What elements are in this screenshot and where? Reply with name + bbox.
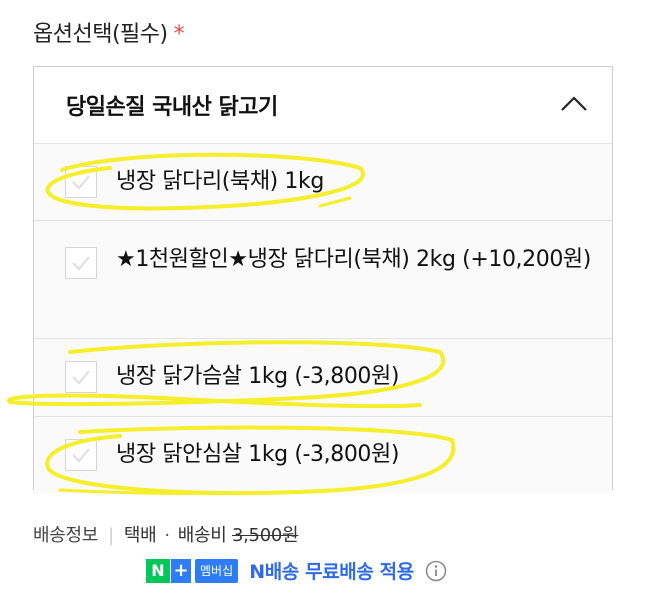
required-mark: * (173, 22, 185, 47)
option-label: 냉장 닭다리(북채) 1kg (116, 169, 324, 194)
check-icon (72, 256, 90, 271)
product-name: 당일손질 국내산 닭고기 (66, 95, 278, 120)
option-label: ★1천원할인★냉장 닭다리(북채) 2kg (+10,200원) (116, 247, 591, 272)
option-item[interactable]: 냉장 닭안심살 1kg (-3,800원) (34, 417, 612, 493)
info-circle-icon[interactable] (425, 560, 447, 582)
option-label: 냉장 닭안심살 1kg (-3,800원) (116, 442, 400, 467)
option-item[interactable]: 냉장 닭가슴살 1kg (-3,800원) (34, 339, 612, 417)
option-select-title: 옵션선택(필수) * (33, 16, 185, 48)
option-label: 냉장 닭가슴살 1kg (-3,800원) (116, 364, 400, 389)
separator-dot: · (164, 525, 170, 546)
option-item[interactable]: 냉장 닭다리(북채) 1kg (34, 144, 612, 221)
membership-benefit: N + 멤버십 N배송 무료배송 적용 (146, 557, 447, 583)
naver-n-logo: N (146, 558, 170, 583)
divider: | (108, 525, 114, 546)
check-icon (72, 175, 90, 190)
plus-badge: + (171, 558, 191, 583)
check-icon (72, 448, 90, 463)
option-checkbox[interactable] (65, 247, 97, 279)
shipping-fee-label: 배송비 (177, 525, 227, 546)
shipping-label: 배송정보 (33, 525, 99, 546)
chevron-up-icon[interactable] (558, 91, 590, 115)
membership-badge: 멤버십 (195, 558, 239, 583)
option-checkbox[interactable] (65, 361, 97, 393)
option-checkbox[interactable] (65, 166, 97, 198)
option-item[interactable]: ★1천원할인★냉장 닭다리(북채) 2kg (+10,200원) (34, 221, 612, 339)
option-checkbox[interactable] (65, 439, 97, 471)
shipping-info: 배송정보 | 택배 · 배송비 3,500원 (33, 521, 299, 547)
shipping-fee: 3,500원 (231, 525, 299, 546)
check-icon (72, 370, 90, 385)
shipping-method: 택배 (123, 525, 157, 546)
membership-free-shipping-text: N배송 무료배송 적용 (249, 561, 414, 583)
option-dropdown-panel: 당일손질 국내산 닭고기 냉장 닭다리(북채) 1kg ★1천원할인★냉장 닭다… (33, 66, 613, 493)
option-title-text: 옵션선택(필수) (33, 22, 168, 47)
option-dropdown-header[interactable]: 당일손질 국내산 닭고기 (34, 67, 612, 144)
